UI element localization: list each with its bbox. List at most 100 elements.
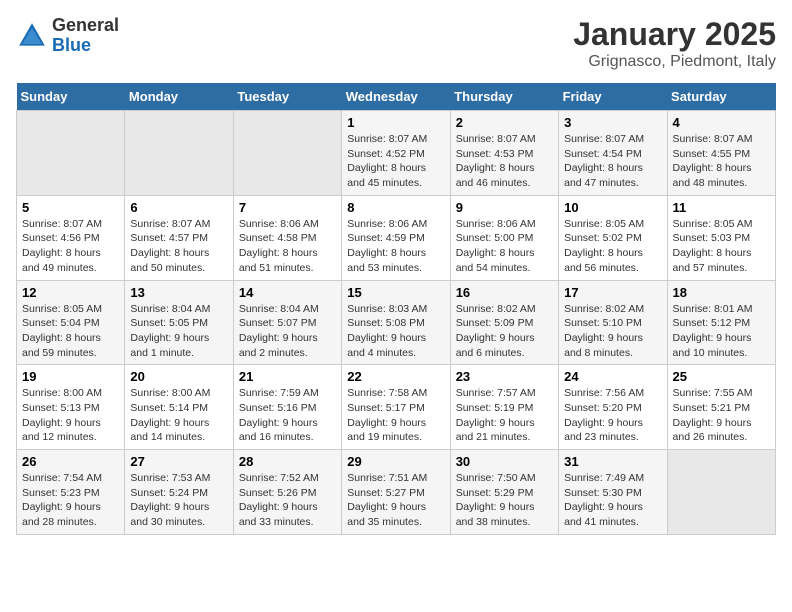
- calendar-cell: 5Sunrise: 8:07 AM Sunset: 4:56 PM Daylig…: [17, 195, 125, 280]
- calendar-cell: 19Sunrise: 8:00 AM Sunset: 5:13 PM Dayli…: [17, 365, 125, 450]
- day-number: 1: [347, 115, 444, 130]
- day-number: 16: [456, 285, 553, 300]
- calendar-cell: 6 Sunrise: 8:07 AM Sunset: 4:57 PM Daylig…: [125, 195, 233, 280]
- calendar-cell: 8 Sunrise: 8:06 AM Sunset: 4:59 PM Daylig…: [342, 195, 450, 280]
- weekday-header-row: SundayMondayTuesdayWednesdayThursdayFrid…: [17, 83, 776, 111]
- calendar-cell: 2 Sunrise: 8:07 AM Sunset: 4:53 PM Daylig…: [450, 111, 558, 196]
- calendar-cell: [667, 450, 775, 535]
- day-info: Sunrise: 8:07 AM Sunset: 4:54 PM Dayligh…: [564, 132, 661, 191]
- calendar-cell: 25 Sunrise: 7:55 AM Sunset: 5:21 PM Dayli…: [667, 365, 775, 450]
- day-info: Sunrise: 8:02 AM Sunset: 5:10 PM Dayligh…: [564, 302, 661, 361]
- calendar-cell: 7Sunrise: 8:06 AM Sunset: 4:58 PM Daylig…: [233, 195, 341, 280]
- calendar-cell: 28 Sunrise: 7:52 AM Sunset: 5:26 PM Dayli…: [233, 450, 341, 535]
- calendar-cell: 3 Sunrise: 8:07 AM Sunset: 4:54 PM Daylig…: [559, 111, 667, 196]
- day-info: Sunrise: 7:59 AM Sunset: 5:16 PM Dayligh…: [239, 386, 336, 445]
- calendar-cell: 17 Sunrise: 8:02 AM Sunset: 5:10 PM Dayli…: [559, 280, 667, 365]
- calendar-cell: 15 Sunrise: 8:03 AM Sunset: 5:08 PM Dayli…: [342, 280, 450, 365]
- calendar-cell: 12 Sunrise: 8:05 AM Sunset: 5:04 PM Dayli…: [17, 280, 125, 365]
- calendar-cell: 10 Sunrise: 8:05 AM Sunset: 5:02 PM Dayli…: [559, 195, 667, 280]
- logo-general-text: General: [52, 15, 119, 35]
- day-info: Sunrise: 8:00 AM Sunset: 5:14 PM Dayligh…: [130, 386, 227, 445]
- calendar-cell: 16 Sunrise: 8:02 AM Sunset: 5:09 PM Dayli…: [450, 280, 558, 365]
- day-info: Sunrise: 8:06 AM Sunset: 5:00 PM Dayligh…: [456, 217, 553, 276]
- day-info: Sunrise: 8:03 AM Sunset: 5:08 PM Dayligh…: [347, 302, 444, 361]
- day-number: 31: [564, 454, 661, 469]
- weekday-header: Monday: [125, 83, 233, 111]
- title-area: January 2025 Grignasco, Piedmont, Italy: [573, 16, 776, 71]
- day-number: 18: [673, 285, 770, 300]
- day-info: Sunrise: 7:52 AM Sunset: 5:26 PM Dayligh…: [239, 471, 336, 530]
- calendar-cell: 26Sunrise: 7:54 AM Sunset: 5:23 PM Dayli…: [17, 450, 125, 535]
- weekday-header: Sunday: [17, 83, 125, 111]
- calendar-week-row: 5Sunrise: 8:07 AM Sunset: 4:56 PM Daylig…: [17, 195, 776, 280]
- day-number: 24: [564, 369, 661, 384]
- day-number: 15: [347, 285, 444, 300]
- day-info: Sunrise: 8:07 AM Sunset: 4:53 PM Dayligh…: [456, 132, 553, 191]
- day-number: 29: [347, 454, 444, 469]
- calendar-cell: 22 Sunrise: 7:58 AM Sunset: 5:17 PM Dayli…: [342, 365, 450, 450]
- day-number: 17: [564, 285, 661, 300]
- calendar-week-row: 12 Sunrise: 8:05 AM Sunset: 5:04 PM Dayli…: [17, 280, 776, 365]
- calendar-cell: 21Sunrise: 7:59 AM Sunset: 5:16 PM Dayli…: [233, 365, 341, 450]
- day-info: Sunrise: 7:53 AM Sunset: 5:24 PM Dayligh…: [130, 471, 227, 530]
- calendar-cell: [125, 111, 233, 196]
- calendar-table: SundayMondayTuesdayWednesdayThursdayFrid…: [16, 83, 776, 535]
- calendar-cell: 11Sunrise: 8:05 AM Sunset: 5:03 PM Dayli…: [667, 195, 775, 280]
- calendar-cell: 24 Sunrise: 7:56 AM Sunset: 5:20 PM Dayli…: [559, 365, 667, 450]
- calendar-cell: 27 Sunrise: 7:53 AM Sunset: 5:24 PM Dayli…: [125, 450, 233, 535]
- logo-blue-text: Blue: [52, 35, 91, 55]
- day-number: 28: [239, 454, 336, 469]
- day-info: Sunrise: 7:56 AM Sunset: 5:20 PM Dayligh…: [564, 386, 661, 445]
- day-number: 14: [239, 285, 336, 300]
- day-number: 22: [347, 369, 444, 384]
- day-number: 2: [456, 115, 553, 130]
- calendar-cell: 31 Sunrise: 7:49 AM Sunset: 5:30 PM Dayli…: [559, 450, 667, 535]
- calendar-cell: 18Sunrise: 8:01 AM Sunset: 5:12 PM Dayli…: [667, 280, 775, 365]
- day-info: Sunrise: 8:07 AM Sunset: 4:52 PM Dayligh…: [347, 132, 444, 191]
- day-info: Sunrise: 8:02 AM Sunset: 5:09 PM Dayligh…: [456, 302, 553, 361]
- day-number: 6: [130, 200, 227, 215]
- calendar-week-row: 19Sunrise: 8:00 AM Sunset: 5:13 PM Dayli…: [17, 365, 776, 450]
- day-info: Sunrise: 8:05 AM Sunset: 5:04 PM Dayligh…: [22, 302, 119, 361]
- day-number: 12: [22, 285, 119, 300]
- day-info: Sunrise: 7:51 AM Sunset: 5:27 PM Dayligh…: [347, 471, 444, 530]
- calendar-cell: [17, 111, 125, 196]
- weekday-header: Saturday: [667, 83, 775, 111]
- day-number: 3: [564, 115, 661, 130]
- day-info: Sunrise: 8:06 AM Sunset: 4:58 PM Dayligh…: [239, 217, 336, 276]
- day-info: Sunrise: 7:50 AM Sunset: 5:29 PM Dayligh…: [456, 471, 553, 530]
- day-number: 10: [564, 200, 661, 215]
- weekday-header: Wednesday: [342, 83, 450, 111]
- main-title: January 2025: [573, 16, 776, 53]
- calendar-cell: 14 Sunrise: 8:04 AM Sunset: 5:07 PM Dayli…: [233, 280, 341, 365]
- day-info: Sunrise: 8:04 AM Sunset: 5:07 PM Dayligh…: [239, 302, 336, 361]
- day-number: 23: [456, 369, 553, 384]
- calendar-cell: 4Sunrise: 8:07 AM Sunset: 4:55 PM Daylig…: [667, 111, 775, 196]
- day-info: Sunrise: 7:55 AM Sunset: 5:21 PM Dayligh…: [673, 386, 770, 445]
- day-info: Sunrise: 8:05 AM Sunset: 5:02 PM Dayligh…: [564, 217, 661, 276]
- calendar-week-row: 26Sunrise: 7:54 AM Sunset: 5:23 PM Dayli…: [17, 450, 776, 535]
- day-number: 27: [130, 454, 227, 469]
- day-number: 20: [130, 369, 227, 384]
- day-number: 11: [673, 200, 770, 215]
- calendar-cell: 1 Sunrise: 8:07 AM Sunset: 4:52 PM Daylig…: [342, 111, 450, 196]
- day-number: 5: [22, 200, 119, 215]
- weekday-header: Friday: [559, 83, 667, 111]
- calendar-week-row: 1 Sunrise: 8:07 AM Sunset: 4:52 PM Daylig…: [17, 111, 776, 196]
- day-info: Sunrise: 7:57 AM Sunset: 5:19 PM Dayligh…: [456, 386, 553, 445]
- day-info: Sunrise: 7:49 AM Sunset: 5:30 PM Dayligh…: [564, 471, 661, 530]
- day-number: 26: [22, 454, 119, 469]
- day-info: Sunrise: 8:00 AM Sunset: 5:13 PM Dayligh…: [22, 386, 119, 445]
- logo-icon: [16, 20, 48, 52]
- day-number: 13: [130, 285, 227, 300]
- day-info: Sunrise: 8:07 AM Sunset: 4:57 PM Dayligh…: [130, 217, 227, 276]
- day-number: 30: [456, 454, 553, 469]
- day-number: 8: [347, 200, 444, 215]
- weekday-header: Tuesday: [233, 83, 341, 111]
- calendar-cell: 20 Sunrise: 8:00 AM Sunset: 5:14 PM Dayli…: [125, 365, 233, 450]
- day-info: Sunrise: 7:58 AM Sunset: 5:17 PM Dayligh…: [347, 386, 444, 445]
- day-info: Sunrise: 8:07 AM Sunset: 4:55 PM Dayligh…: [673, 132, 770, 191]
- day-number: 25: [673, 369, 770, 384]
- calendar-cell: 9Sunrise: 8:06 AM Sunset: 5:00 PM Daylig…: [450, 195, 558, 280]
- day-info: Sunrise: 8:06 AM Sunset: 4:59 PM Dayligh…: [347, 217, 444, 276]
